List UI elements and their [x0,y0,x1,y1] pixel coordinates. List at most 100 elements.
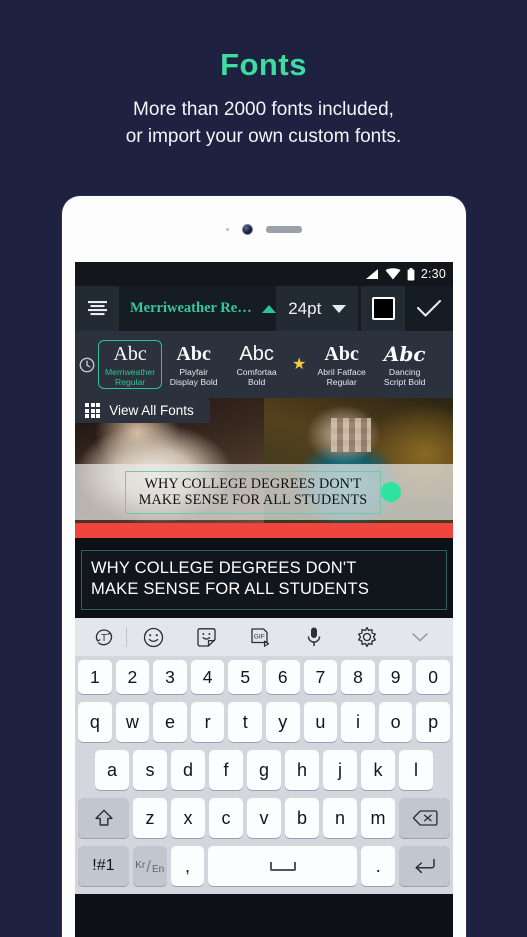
emoji-icon [144,627,164,647]
backspace-key[interactable] [399,798,450,839]
font-name-selector[interactable]: Merriweather Regular [119,286,276,331]
keyboard-row-bottom: z x c v b n m [75,794,453,842]
font-name-label: Merriweather Regular [130,300,254,316]
text-align-button[interactable] [75,286,119,331]
text-input-field[interactable]: WHY COLLEGE DEGREES DON'T MAKE SENSE FOR… [81,550,447,611]
key-7[interactable]: 7 [303,660,338,695]
promo-subtitle-line1: More than 2000 fonts included, [133,99,394,121]
font-option-abril-fatface[interactable]: Abc Abril Fatface Regular [310,340,373,390]
key-k[interactable]: k [361,750,395,791]
keyboard-row-home: a s d f g h j k l [75,746,453,794]
keyboard-row-top: q w e r t y u i o p [75,698,453,746]
font-option-label-line2: Regular [326,377,357,387]
font-toolbar: Merriweather Regular 24pt [75,286,453,331]
key-w[interactable]: w [115,702,150,743]
key-y[interactable]: y [266,702,300,743]
key-5[interactable]: 5 [228,660,262,695]
microphone-icon [307,627,320,647]
gif-button[interactable]: GIF [234,627,287,648]
key-n[interactable]: n [323,798,357,839]
settings-icon [357,627,376,648]
view-all-fonts-button[interactable]: View All Fonts [75,398,210,424]
key-d[interactable]: d [171,750,205,791]
key-3[interactable]: 3 [153,660,187,695]
key-8[interactable]: 8 [341,660,375,695]
key-q[interactable]: q [78,702,112,743]
text-overlay-line1: WHY COLLEGE DEGREES DON'T [144,475,362,492]
emoji-button[interactable] [127,627,180,648]
key-l[interactable]: l [399,750,433,791]
grid-icon [85,403,101,419]
text-color-button[interactable] [361,286,405,331]
resize-handle-icon[interactable] [381,482,401,502]
color-swatch-icon [371,297,395,320]
confirm-button[interactable] [405,286,453,331]
space-icon [269,861,296,871]
key-c[interactable]: c [209,798,243,839]
font-option-label-line1: Playfair [179,366,208,377]
enter-icon [415,858,435,874]
key-1[interactable]: 1 [78,660,112,695]
key-b[interactable]: b [285,798,319,839]
key-v[interactable]: v [247,798,281,839]
text-align-icon [87,301,107,316]
earpiece-speaker [266,225,302,233]
keyboard-row-function: !#1 Kr / En , . [75,842,453,890]
font-option-comfortaa[interactable]: Abc Comfortaa Bold [225,340,288,390]
key-comma[interactable]: , [170,846,205,887]
app-screen: 2:30 Merriweather Regular 24pt [75,262,453,937]
shift-key[interactable] [78,798,129,839]
key-e[interactable]: e [153,702,187,743]
language-switch-key[interactable]: Kr / En [132,846,167,887]
key-h[interactable]: h [285,750,319,791]
key-m[interactable]: m [361,798,395,839]
onscreen-keyboard: T GIF 1 2 3 4 5 6 7 8 9 0 q w e r t y u … [75,618,453,895]
symbols-key[interactable]: !#1 [78,846,129,887]
font-option-dancing-script[interactable]: Abc Dancing Script Bold [373,340,436,390]
key-s[interactable]: s [133,750,167,791]
key-u[interactable]: u [303,702,338,743]
sticker-button[interactable] [180,627,233,648]
language-key-label: Kr / En [135,858,164,875]
recent-fonts-button[interactable] [75,357,98,373]
key-0[interactable]: 0 [416,660,450,695]
font-option-label-line2: Bold [248,377,266,387]
space-key[interactable] [208,846,358,887]
key-a[interactable]: a [95,750,129,791]
blurred-face-region [330,417,371,452]
voice-input-button[interactable] [287,626,340,648]
key-p[interactable]: p [416,702,450,743]
keyboard-settings-button[interactable] [340,626,393,648]
key-9[interactable]: 9 [378,660,413,695]
font-sample: Abc [176,342,211,365]
svg-text:T: T [100,633,106,644]
collapse-keyboard-button[interactable] [394,630,447,644]
key-2[interactable]: 2 [115,660,150,695]
wifi-icon [385,268,401,280]
key-f[interactable]: f [209,750,243,791]
phone-mockup: 2:30 Merriweather Regular 24pt [62,196,466,937]
key-6[interactable]: 6 [266,660,300,695]
key-j[interactable]: j [323,750,357,791]
backspace-icon [412,810,438,826]
key-i[interactable]: i [341,702,375,743]
caret-down-icon [331,304,346,313]
key-z[interactable]: z [133,798,167,839]
font-sample: Abc [324,342,359,365]
font-option-merriweather[interactable]: Abc Merriweather Regular [98,339,163,390]
key-x[interactable]: x [171,798,205,839]
font-option-playfair-display[interactable]: Abc Playfair Display Bold [162,340,225,390]
text-overlay-box[interactable]: WHY COLLEGE DEGREES DON'T MAKE SENSE FOR… [125,470,381,514]
enter-key[interactable] [399,846,450,887]
key-period[interactable]: . [361,846,396,887]
key-4[interactable]: 4 [190,660,225,695]
key-o[interactable]: o [378,702,413,743]
key-t[interactable]: t [228,702,262,743]
key-r[interactable]: r [190,702,225,743]
text-rotate-button[interactable]: T [81,627,127,648]
font-sample: Abc [383,341,426,366]
font-option-label-line2: Script Bold [383,377,426,387]
key-g[interactable]: g [247,750,281,791]
font-size-selector[interactable]: 24pt [276,286,358,331]
font-carousel[interactable]: Abc Merriweather Regular Abc Playfair Di… [75,331,453,398]
